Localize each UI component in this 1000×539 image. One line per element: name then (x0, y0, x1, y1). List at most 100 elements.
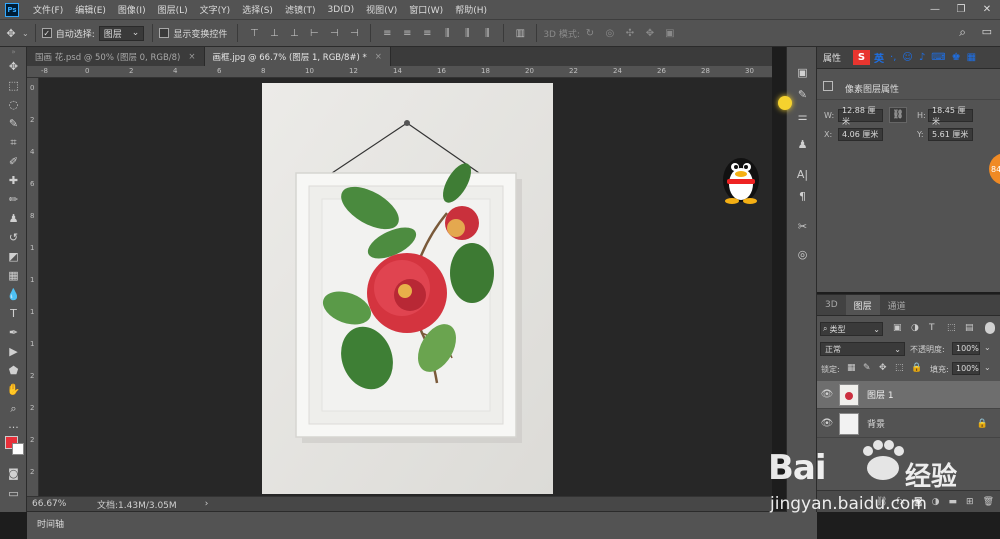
eraser-tool-icon[interactable]: ◩ (0, 247, 27, 266)
tab-close-icon[interactable]: × (188, 52, 195, 62)
minimize-icon[interactable]: — (922, 0, 948, 19)
lock-all-icon[interactable]: 🔒 (911, 363, 922, 373)
paragraph-panel-icon[interactable]: ¶ (787, 185, 818, 207)
gradient-tool-icon[interactable]: ▦ (0, 266, 27, 285)
lightbulb-icon[interactable] (778, 96, 792, 110)
3d-orbit-icon[interactable]: ↻ (584, 27, 596, 39)
align-bottom-icon[interactable]: ⊥ (288, 27, 300, 39)
menu-help[interactable]: 帮助(H) (449, 3, 493, 16)
menu-image[interactable]: 图像(I) (112, 3, 152, 16)
filter-pixel-icon[interactable]: ▣ (893, 323, 902, 333)
x-field[interactable]: 4.06 厘米 (838, 128, 883, 141)
opacity-field[interactable]: 100% (952, 342, 980, 355)
quick-select-tool-icon[interactable]: ✎ (0, 114, 27, 133)
fill-field[interactable]: 100% (952, 362, 980, 375)
lock-transparent-icon[interactable]: ▦ (847, 363, 856, 373)
restore-icon[interactable]: ❐ (948, 0, 974, 19)
adjustments-panel-icon[interactable]: ⚌ (787, 105, 818, 127)
character-panel-icon[interactable]: A| (787, 163, 818, 185)
align-vcenter-icon[interactable]: ⊥ (268, 27, 280, 39)
ime-keyboard-icon[interactable]: ⌨ (931, 52, 945, 63)
history-brush-tool-icon[interactable]: ↺ (0, 228, 27, 247)
move-tool-icon[interactable]: ✥ (0, 57, 27, 76)
background-color-swatch[interactable] (12, 443, 24, 455)
workspace-icon[interactable]: ▭ (982, 25, 992, 38)
3d-pan-icon[interactable]: ✣ (624, 27, 636, 39)
menu-3d[interactable]: 3D(D) (321, 5, 360, 15)
ruler-horizontal[interactable]: -8 0 2 4 6 8 10 12 14 16 18 20 22 24 26 28 30 (27, 66, 772, 78)
ime-emoji-icon[interactable]: ☺ (902, 52, 912, 63)
zoom-tool-icon[interactable]: ⌕ (0, 399, 27, 418)
auto-select-dropdown[interactable]: 图层 ⌄ (98, 25, 145, 41)
brush-tool-icon[interactable]: ✏ (0, 190, 27, 209)
align-hcenter-icon[interactable]: ⊣ (328, 27, 340, 39)
distribute-left-icon[interactable]: ⫼ (441, 27, 453, 39)
blend-mode-dropdown[interactable]: 正常 ⌄ (820, 342, 905, 356)
canvas-workspace[interactable] (39, 78, 772, 496)
filter-toggle-icon[interactable] (985, 322, 995, 334)
menu-type[interactable]: 文字(Y) (194, 3, 237, 16)
search-icon[interactable]: ⌕ (959, 25, 966, 40)
marquee-tool-icon[interactable]: ⬚ (0, 76, 27, 95)
sogou-logo[interactable]: S (853, 50, 871, 65)
tab-huakuang-jpg[interactable]: 画框.jpg @ 66.7% (图层 1, RGB/8#) * × (204, 47, 391, 66)
fill-dropdown-icon[interactable]: ⌄ (984, 363, 991, 372)
opacity-dropdown-icon[interactable]: ⌄ (984, 343, 991, 352)
history-panel-icon[interactable]: ▣ (787, 61, 818, 83)
more-tools-icon[interactable]: ··· (0, 418, 27, 437)
align-right-icon[interactable]: ⊣ (348, 27, 360, 39)
distribute-vcenter-icon[interactable]: ≡ (401, 27, 413, 39)
layer-row[interactable]: 👁 图层 1 (817, 381, 1000, 409)
floating-badge[interactable]: 84 (989, 153, 1000, 185)
hand-tool-icon[interactable]: ✋ (0, 380, 27, 399)
timeline-tab[interactable]: 时间轴 (37, 517, 64, 530)
collapse-icon[interactable]: » (0, 47, 27, 57)
auto-align-icon[interactable]: ▥ (514, 27, 526, 39)
menu-file[interactable]: 文件(F) (27, 3, 69, 16)
eyedropper-tool-icon[interactable]: ✐ (0, 152, 27, 171)
menu-filter[interactable]: 滤镜(T) (279, 3, 322, 16)
width-field[interactable]: 12.88 厘米 (838, 106, 883, 126)
menu-select[interactable]: 选择(S) (236, 3, 279, 16)
ruler-vertical[interactable]: 0 2 4 6 8 1 1 1 1 2 2 2 2 (27, 78, 39, 496)
crop-tool-icon[interactable]: ⌗ (0, 133, 27, 152)
menu-edit[interactable]: 编辑(E) (69, 3, 112, 16)
stamp-tool-icon[interactable]: ♟ (0, 209, 27, 228)
distribute-right-icon[interactable]: ⫼ (481, 27, 493, 39)
filter-shape-icon[interactable]: ⬚ (947, 323, 956, 333)
tab-close-icon[interactable]: × (375, 52, 382, 62)
visibility-eye-icon[interactable]: 👁 (817, 389, 837, 400)
preset-dropdown-icon[interactable]: ⌄ (22, 29, 29, 38)
shape-tool-icon[interactable]: ⬟ (0, 361, 27, 380)
filter-type-icon[interactable]: T (929, 323, 935, 333)
tool-presets-icon[interactable]: ✂ (787, 215, 818, 237)
show-transform-checkbox[interactable] (159, 28, 170, 38)
clone-source-icon[interactable]: ♟ (787, 133, 818, 155)
ime-punct-icon[interactable]: ·, (890, 52, 896, 63)
screen-mode-icon[interactable]: ▭ (0, 484, 27, 503)
height-field[interactable]: 18.45 厘米 (928, 106, 973, 126)
auto-select-checkbox[interactable]: ✓ (41, 28, 52, 38)
filter-adjustment-icon[interactable]: ◑ (911, 323, 919, 333)
ime-language[interactable]: 英 (874, 50, 884, 65)
3d-slide-icon[interactable]: ✥ (644, 27, 656, 39)
3d-scale-icon[interactable]: ▣ (664, 27, 676, 39)
libraries-icon[interactable]: ◎ (787, 243, 818, 265)
type-tool-icon[interactable]: T (0, 304, 27, 323)
tab-channels[interactable]: 通道 (880, 295, 914, 315)
move-tool-preset-icon[interactable]: ✥ (0, 24, 22, 43)
lock-pixels-icon[interactable]: ✎ (863, 363, 871, 373)
ime-tools-icon[interactable]: ▦ (967, 52, 976, 63)
y-field[interactable]: 5.61 厘米 (928, 128, 973, 141)
healing-brush-tool-icon[interactable]: ✚ (0, 171, 27, 190)
pen-tool-icon[interactable]: ✒ (0, 323, 27, 342)
distribute-bottom-icon[interactable]: ≡ (421, 27, 433, 39)
distribute-hcenter-icon[interactable]: ⫼ (461, 27, 473, 39)
status-menu-arrow[interactable]: › (205, 499, 209, 509)
menu-layer[interactable]: 图层(L) (152, 3, 194, 16)
quick-mask-icon[interactable]: ◙ (0, 464, 27, 483)
ime-skin-icon[interactable]: ♚ (952, 52, 961, 63)
zoom-level[interactable]: 66.67% (32, 499, 87, 509)
document-canvas[interactable] (262, 83, 553, 494)
lock-artboard-icon[interactable]: ⬚ (895, 363, 904, 373)
